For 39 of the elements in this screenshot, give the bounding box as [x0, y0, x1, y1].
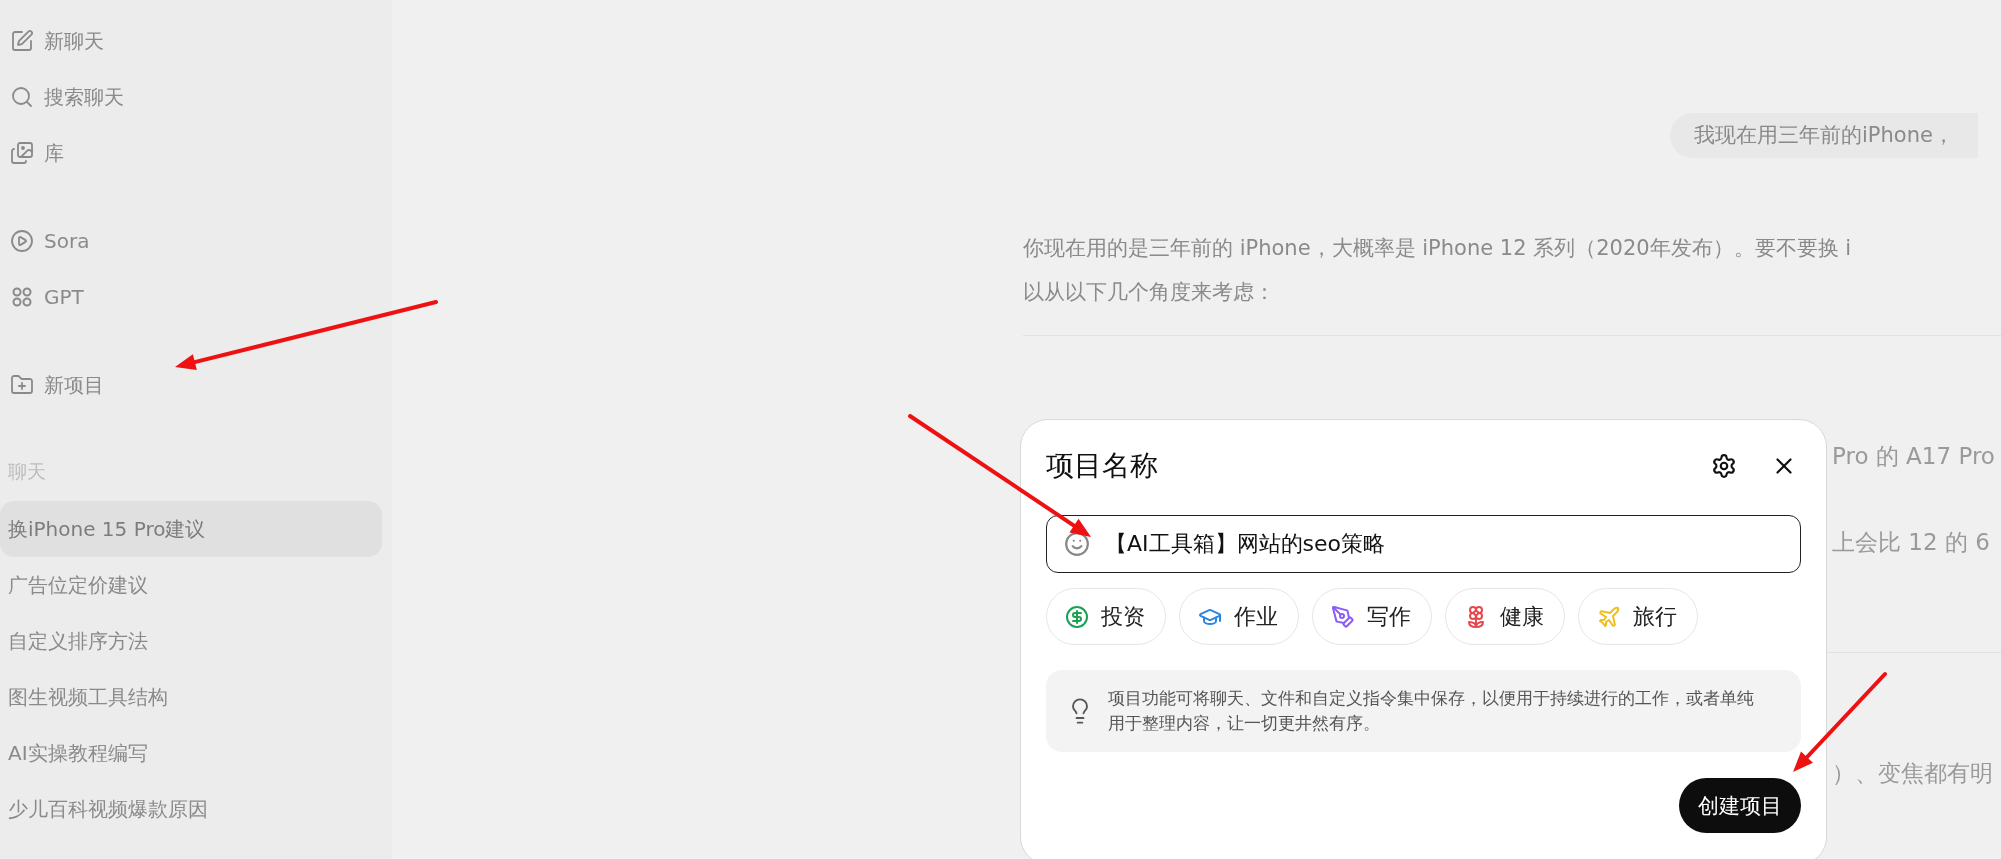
category-chip[interactable]: 健康 [1445, 588, 1565, 645]
reply-text: 以从以下几个角度来考虑： [1023, 279, 1276, 306]
folder-plus-icon [10, 373, 34, 397]
category-chip[interactable]: 作业 [1179, 588, 1299, 645]
category-chip[interactable]: 旅行 [1578, 588, 1698, 645]
grid-icon [10, 285, 34, 309]
search-icon [10, 85, 34, 109]
sidebar-item[interactable]: GPT [0, 269, 382, 325]
compose-icon [10, 29, 34, 53]
sidebar-item[interactable]: 新聊天 [0, 13, 382, 69]
sidebar-item-label: 新聊天 [44, 27, 104, 55]
sidebar-item-label: GPT [44, 285, 84, 309]
smiley-icon[interactable] [1064, 531, 1090, 557]
reply-text: 上会比 12 的 6 [1832, 529, 1990, 555]
reply-text: 你现在用的是三年前的 iPhone，大概率是 iPhone 12 系列（2020年发布）。要不要换 i [1023, 235, 1853, 262]
sidebar-item-label: 新项目 [44, 371, 104, 399]
sidebar-item[interactable]: Sora [0, 213, 382, 269]
plane-icon [1597, 604, 1621, 629]
sidebar-item-label: Sora [44, 229, 90, 253]
user-message: 我现在用三年前的iPhone， [1670, 113, 1978, 158]
images-icon [10, 141, 34, 165]
sidebar-item[interactable]: 库 [0, 125, 382, 181]
sidebar-item-label: 库 [44, 139, 64, 167]
category-chip[interactable]: 投资 [1046, 588, 1166, 645]
category-chip[interactable]: 写作 [1312, 588, 1432, 645]
sidebar-item[interactable]: 新项目 [0, 357, 382, 413]
chat-item[interactable]: 换iPhone 15 Pro建议 [0, 501, 382, 557]
play-icon [10, 229, 34, 253]
gear-icon [1711, 453, 1737, 479]
dialog-title: 项目名称 [1046, 448, 1159, 484]
dollar-icon [1065, 604, 1089, 629]
create-project-button[interactable]: 创建项目 [1679, 778, 1801, 833]
tip-text: 项目功能可将聊天、文件和自定义指令集中保存，以便用于持续进行的工作，或者单纯用于整理内容，让一切更井然有序。 [1108, 687, 1755, 735]
sidebar-item-label: 搜索聊天 [44, 83, 124, 111]
reply-text: ）、变焦都有明 [1832, 760, 1993, 786]
sidebar-item[interactable]: 搜索聊天 [0, 69, 382, 125]
project-name-field[interactable]: 【AI工具箱】网站的seo策略 [1046, 515, 1801, 573]
pen-icon [1331, 604, 1355, 629]
reply-text: Pro 的 A17 Pro [1832, 443, 1995, 469]
